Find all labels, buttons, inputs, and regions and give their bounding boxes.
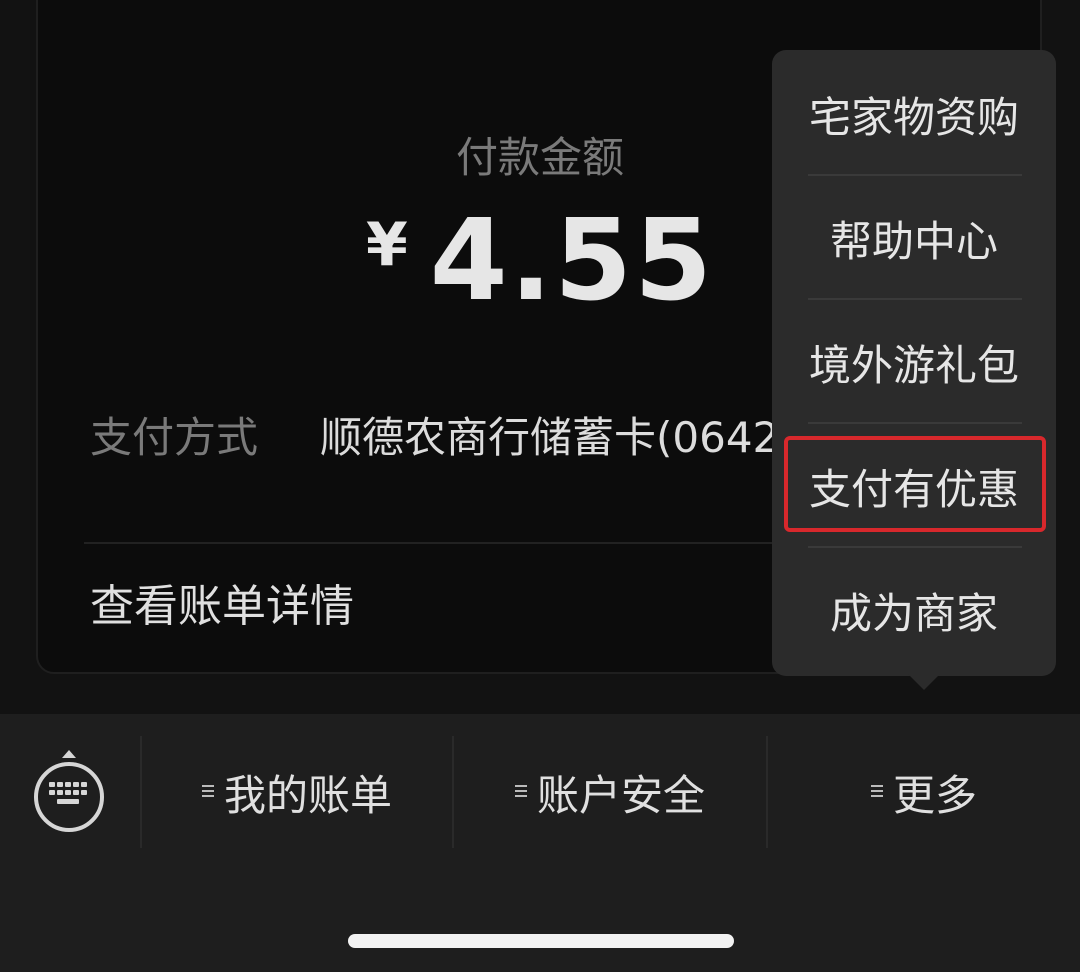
tab-account-security-label: 账户安全 bbox=[536, 771, 705, 820]
payment-method-label: 支付方式 bbox=[90, 413, 259, 462]
popup-divider bbox=[808, 174, 1022, 176]
card-divider bbox=[84, 542, 884, 544]
payment-method-value: 顺德农商行储蓄卡(0642 bbox=[320, 413, 780, 462]
tab-account-security[interactable]: 账户安全 bbox=[454, 764, 766, 828]
view-bill-details-link[interactable]: 查看账单详情 bbox=[90, 578, 354, 636]
keyboard-glyph-icon bbox=[49, 782, 87, 804]
popup-divider bbox=[808, 298, 1022, 300]
highlight-box bbox=[784, 436, 1046, 532]
tab-my-bills-label: 我的账单 bbox=[223, 771, 392, 820]
home-indicator bbox=[348, 934, 734, 948]
amount-value: 4.55 bbox=[429, 196, 715, 326]
menu-list-icon bbox=[870, 782, 883, 800]
popup-caret-icon bbox=[908, 674, 940, 690]
popup-item-help-center[interactable]: 帮助中心 bbox=[772, 180, 1056, 304]
popup-item-become-merchant[interactable]: 成为商家 bbox=[772, 552, 1056, 676]
popup-divider bbox=[808, 422, 1022, 424]
popup-item-home-supplies[interactable]: 宅家物资购 bbox=[772, 56, 1056, 180]
tab-more-label: 更多 bbox=[892, 771, 977, 820]
currency-symbol: ¥ bbox=[365, 210, 408, 280]
bottom-menu-bar: 我的账单 账户安全 更多 bbox=[0, 714, 1080, 972]
tab-more[interactable]: 更多 bbox=[768, 764, 1080, 828]
menu-list-icon bbox=[201, 782, 214, 800]
popup-divider bbox=[808, 546, 1022, 548]
popup-item-travel-package[interactable]: 境外游礼包 bbox=[772, 304, 1056, 428]
tab-my-bills[interactable]: 我的账单 bbox=[142, 764, 452, 828]
payment-result-screen: 付款金额 ¥4.55 支付方式 顺德农商行储蓄卡(0642 查看账单详情 我的账… bbox=[0, 0, 1080, 972]
keyboard-icon[interactable] bbox=[34, 762, 104, 832]
more-popup-menu: 宅家物资购 帮助中心 境外游礼包 支付有优惠 成为商家 bbox=[772, 50, 1056, 676]
keyboard-caret-icon bbox=[62, 750, 76, 758]
menu-list-icon bbox=[514, 782, 527, 800]
